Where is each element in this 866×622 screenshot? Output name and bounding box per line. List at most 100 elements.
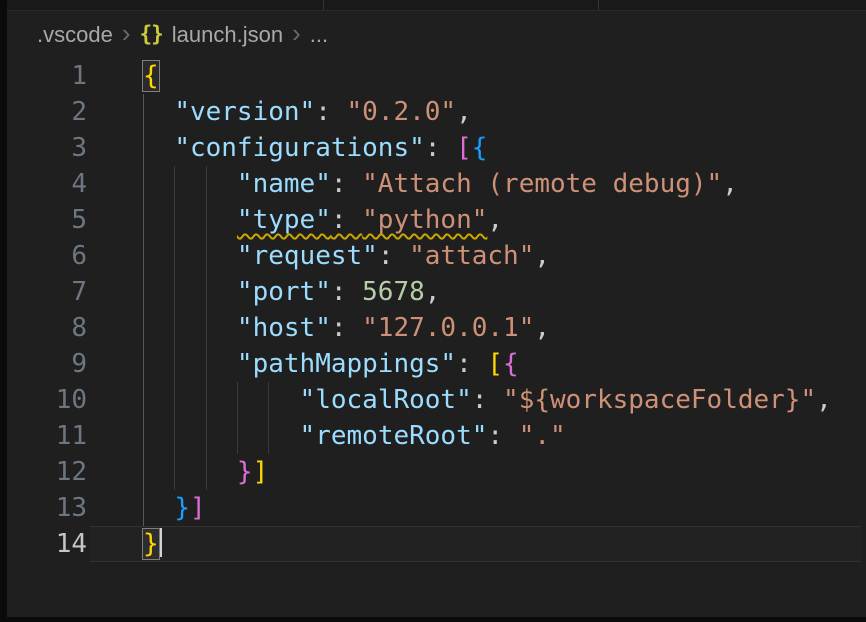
breadcrumb-file[interactable]: launch.json — [172, 22, 283, 48]
line-number-7[interactable]: 7 — [7, 274, 87, 310]
tab-bar-strip[interactable] — [7, 0, 866, 11]
code-token: , — [722, 169, 738, 199]
line-number-14[interactable]: 14 — [7, 526, 87, 562]
code-token: : — [331, 205, 362, 235]
code-token: : — [331, 313, 362, 343]
code-token: } — [174, 493, 190, 523]
window-left-edge — [0, 0, 7, 622]
code-token — [143, 205, 237, 235]
line-number-6[interactable]: 6 — [7, 238, 87, 274]
code-line-11[interactable]: "remoteRoot": "." — [143, 418, 866, 454]
code-token: "Attach (remote debug)" — [362, 169, 722, 199]
code-token — [143, 493, 174, 523]
code-token: "pathMappings" — [237, 349, 456, 379]
code-token — [143, 133, 174, 163]
code-token: "host" — [237, 313, 331, 343]
line-number-11[interactable]: 11 — [7, 418, 87, 454]
chevron-right-icon: › — [292, 20, 301, 46]
code-token: : — [425, 133, 456, 163]
code-token: "python" — [362, 205, 487, 235]
breadcrumb: .vscode › {} launch.json › ... — [37, 20, 328, 50]
code-token: "attach" — [409, 241, 534, 271]
code-token: "port" — [237, 277, 331, 307]
line-number-5[interactable]: 5 — [7, 202, 87, 238]
json-file-icon: {} — [140, 22, 163, 46]
breadcrumb-folder[interactable]: .vscode — [37, 22, 113, 48]
code-token: } — [237, 457, 253, 487]
code-token — [143, 457, 237, 487]
code-token — [143, 385, 300, 415]
code-line-9[interactable]: "pathMappings": [{ — [143, 346, 866, 382]
code-token: ] — [190, 493, 206, 523]
code-token — [143, 277, 237, 307]
code-token: , — [425, 277, 441, 307]
code-token: : — [331, 277, 362, 307]
code-token: ] — [253, 457, 269, 487]
line-number-12[interactable]: 12 — [7, 454, 87, 490]
code-line-6[interactable]: "request": "attach", — [143, 238, 866, 274]
code-token: : — [487, 421, 518, 451]
code-token: , — [816, 385, 832, 415]
gutter[interactable]: 1234567891011121314 — [7, 58, 87, 562]
code-token — [143, 421, 300, 451]
code-token: "version" — [174, 97, 315, 127]
code-line-12[interactable]: }] — [143, 454, 866, 490]
code-token: "request" — [237, 241, 378, 271]
code-token: "name" — [237, 169, 331, 199]
code-line-13[interactable]: }] — [143, 490, 866, 526]
code-token: , — [534, 313, 550, 343]
line-number-8[interactable]: 8 — [7, 310, 87, 346]
code-token — [143, 349, 237, 379]
code-token: } — [143, 529, 159, 559]
line-number-9[interactable]: 9 — [7, 346, 87, 382]
chevron-right-icon: › — [122, 20, 131, 46]
code-token: "127.0.0.1" — [362, 313, 534, 343]
code-line-5[interactable]: "type": "python", — [143, 202, 866, 238]
code-token: [ — [456, 133, 472, 163]
code-token: { — [472, 133, 488, 163]
code-token: : — [378, 241, 409, 271]
code-token: "configurations" — [174, 133, 424, 163]
code-token: "${workspaceFolder}" — [503, 385, 816, 415]
code-token — [143, 313, 237, 343]
code-token: : — [472, 385, 503, 415]
line-number-10[interactable]: 10 — [7, 382, 87, 418]
code-line-3[interactable]: "configurations": [{ — [143, 130, 866, 166]
code-token: "." — [519, 421, 566, 451]
code-token: [ — [487, 349, 503, 379]
code-token: : — [331, 169, 362, 199]
code-token: "localRoot" — [300, 385, 472, 415]
line-number-1[interactable]: 1 — [7, 58, 87, 94]
code-token: , — [487, 205, 503, 235]
code-line-1[interactable]: { — [143, 58, 866, 94]
code-token: "remoteRoot" — [300, 421, 488, 451]
tab-separator — [323, 0, 324, 10]
line-number-4[interactable]: 4 — [7, 166, 87, 202]
code-line-10[interactable]: "localRoot": "${workspaceFolder}", — [143, 382, 866, 418]
code-line-7[interactable]: "port": 5678, — [143, 274, 866, 310]
code-line-2[interactable]: "version": "0.2.0", — [143, 94, 866, 130]
line-number-13[interactable]: 13 — [7, 490, 87, 526]
code-token — [143, 241, 237, 271]
tab-separator — [598, 0, 599, 10]
code-token: { — [503, 349, 519, 379]
vscode-editor-window: .vscode › {} launch.json › ... 123456789… — [0, 0, 866, 622]
line-number-2[interactable]: 2 — [7, 94, 87, 130]
code-line-8[interactable]: "host": "127.0.0.1", — [143, 310, 866, 346]
code-token: 5678 — [362, 277, 425, 307]
code-token: "type" — [237, 205, 331, 235]
code-token: , — [456, 97, 472, 127]
code-token — [143, 97, 174, 127]
code-token: : — [315, 97, 346, 127]
code-token: , — [534, 241, 550, 271]
code-line-4[interactable]: "name": "Attach (remote debug)", — [143, 166, 866, 202]
breadcrumb-symbol-more[interactable]: ... — [310, 22, 328, 48]
code-line-14[interactable]: } — [143, 526, 866, 562]
window-bottom-edge — [0, 617, 866, 622]
line-number-3[interactable]: 3 — [7, 130, 87, 166]
code-token: { — [143, 61, 159, 91]
code-token: : — [456, 349, 487, 379]
code-token — [143, 169, 237, 199]
code-lines[interactable]: { "version": "0.2.0", "configurations": … — [143, 58, 866, 562]
code-token: "0.2.0" — [347, 97, 457, 127]
